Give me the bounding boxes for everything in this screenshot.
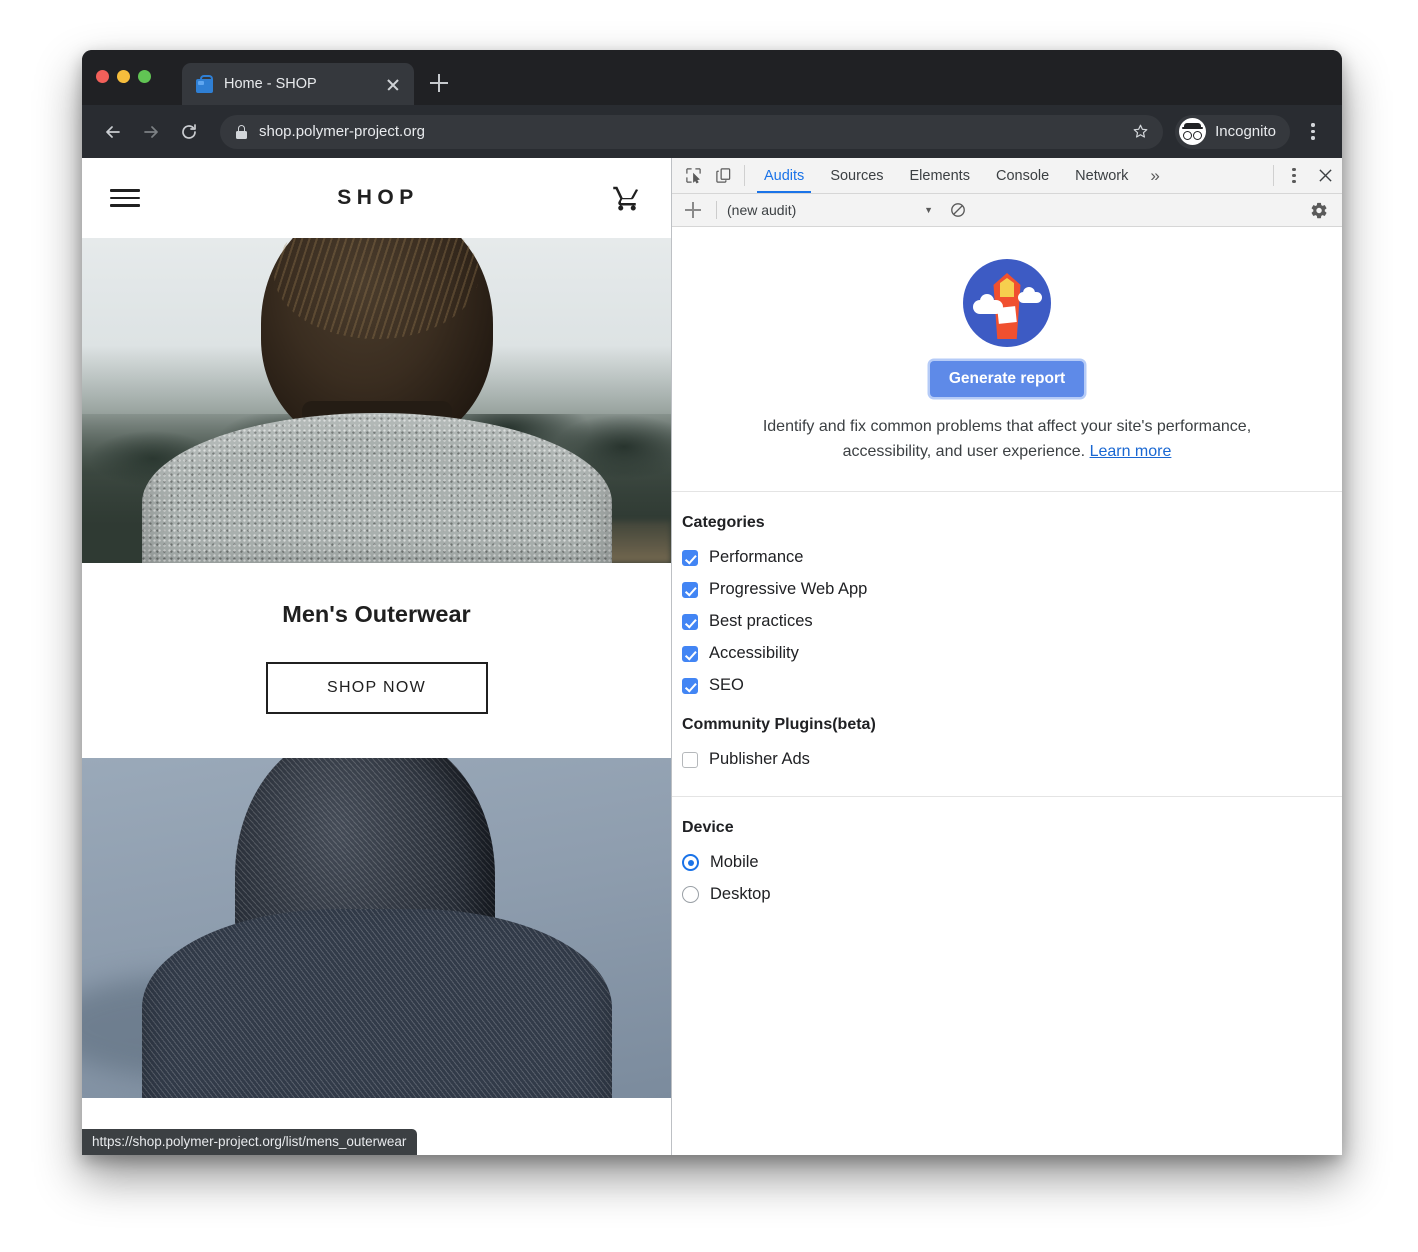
checkbox-label: Performance [709,548,804,567]
checkbox-label: Publisher Ads [709,750,810,769]
gear-icon[interactable] [1306,197,1332,223]
hamburger-icon[interactable] [110,186,140,210]
audits-start-view: Generate report Identify and fix common … [672,227,1342,492]
close-devtools-icon[interactable] [1308,158,1342,193]
bookmark-star-icon[interactable] [1125,117,1155,147]
no-entry-clear-icon[interactable] [945,197,971,223]
window-traffic-lights [96,70,151,83]
page-title: SHOP [337,186,419,209]
checkbox-label: Accessibility [709,644,799,663]
checkbox-icon[interactable] [682,751,698,768]
forward-button[interactable] [134,115,168,149]
categories-section: Categories Performance Progressive Web A… [672,492,1342,797]
browser-tab[interactable]: Home - SHOP [182,63,414,105]
checkbox-label: Best practices [709,612,813,631]
tabbar-spacer [1169,158,1267,193]
incognito-indicator[interactable]: Incognito [1175,114,1290,149]
url-text: shop.polymer-project.org [259,123,425,140]
checkbox-row-best-practices[interactable]: Best practices [682,606,1342,638]
checkbox-icon[interactable] [682,581,698,598]
promo-block: Men's Outerwear SHOP NOW [82,563,671,758]
shopping-bag-icon [196,74,213,93]
checkbox-row-accessibility[interactable]: Accessibility [682,638,1342,670]
close-window-button[interactable] [96,70,109,83]
devtools-menu-button[interactable] [1280,158,1308,193]
incognito-label: Incognito [1215,123,1276,140]
hero-image-mens-outerwear [82,238,671,563]
checkbox-row-performance[interactable]: Performance [682,542,1342,574]
address-bar[interactable]: shop.polymer-project.org [220,114,1164,149]
tab-strip: Home - SHOP [82,50,1342,105]
hero-image-secondary [82,758,671,1098]
tab-title: Home - SHOP [224,76,317,92]
chevron-down-icon: ▼ [924,205,933,215]
tab-elements[interactable]: Elements [897,158,983,193]
device-section: Device Mobile Desktop [672,797,1342,931]
audits-body: Generate report Identify and fix common … [672,227,1342,1155]
browser-window: Home - SHOP shop.polymer-project.org Inc… [82,50,1342,1155]
checkbox-icon[interactable] [682,613,698,630]
checkbox-icon[interactable] [682,549,698,566]
shop-now-button[interactable]: SHOP NOW [265,662,488,714]
audits-toolbar: (new audit) ▼ [672,194,1342,227]
categories-title: Categories [682,513,765,531]
radio-row-mobile[interactable]: Mobile [682,847,1342,879]
radio-icon[interactable] [682,886,699,904]
checkbox-row-progressive-web-app[interactable]: Progressive Web App [682,574,1342,606]
window-content: SHOP Men's Outerwear SHOP NOW https://sh… [82,158,1342,1155]
new-audit-button[interactable] [680,197,706,223]
back-button[interactable] [96,115,130,149]
toolbar-divider [716,201,717,219]
toolbar-divider-right [1273,165,1274,186]
close-tab-icon[interactable] [382,73,404,95]
shopping-cart-icon[interactable] [611,183,643,213]
tab-sources[interactable]: Sources [817,158,896,193]
tab-audits[interactable]: Audits [751,158,817,194]
new-tab-button[interactable] [426,70,452,96]
status-bar-url: https://shop.polymer-project.org/list/me… [82,1129,418,1155]
devtools-panel: Audits Sources Elements Console Network … [672,158,1342,1155]
generate-report-button[interactable]: Generate report [929,361,1085,397]
browser-toolbar: shop.polymer-project.org Incognito [82,105,1342,158]
device-toolbar-icon[interactable] [708,158,738,193]
device-title: Device [682,818,734,836]
audits-description-text: Identify and fix common problems that af… [762,418,1252,460]
inspect-element-icon[interactable] [678,158,708,193]
tab-console[interactable]: Console [983,158,1062,193]
checkbox-row-publisher-ads[interactable]: Publisher Ads [682,744,1342,776]
audit-select-value: (new audit) [727,202,797,218]
devtools-tab-bar: Audits Sources Elements Console Network … [672,158,1342,194]
checkbox-icon[interactable] [682,645,698,662]
more-tabs-icon[interactable]: » [1141,158,1168,193]
audits-description: Identify and fix common problems that af… [742,415,1272,465]
page-viewport: SHOP Men's Outerwear SHOP NOW https://sh… [82,158,672,1155]
radio-row-desktop[interactable]: Desktop [682,879,1342,911]
maximize-window-button[interactable] [138,70,151,83]
learn-more-link[interactable]: Learn more [1090,443,1172,460]
promo-title: Men's Outerwear [282,601,471,627]
incognito-avatar-icon [1179,118,1207,145]
radio-label: Mobile [710,853,759,872]
audit-select[interactable]: (new audit) ▼ [727,202,937,218]
lock-icon [236,124,247,139]
checkbox-label: Progressive Web App [709,580,868,599]
checkbox-label: SEO [709,676,744,695]
checkbox-icon[interactable] [682,677,698,694]
reload-button[interactable] [172,115,206,149]
shop-site-header: SHOP [82,158,671,238]
radio-label: Desktop [710,885,771,904]
tab-network[interactable]: Network [1062,158,1141,193]
minimize-window-button[interactable] [117,70,130,83]
radio-icon[interactable] [682,854,699,872]
community-plugins-title: Community Plugins(beta) [682,715,876,733]
chrome-menu-button[interactable] [1298,115,1328,149]
checkbox-row-seo[interactable]: SEO [682,670,1342,702]
toolbar-divider [744,165,745,186]
lighthouse-logo-icon [963,259,1051,347]
